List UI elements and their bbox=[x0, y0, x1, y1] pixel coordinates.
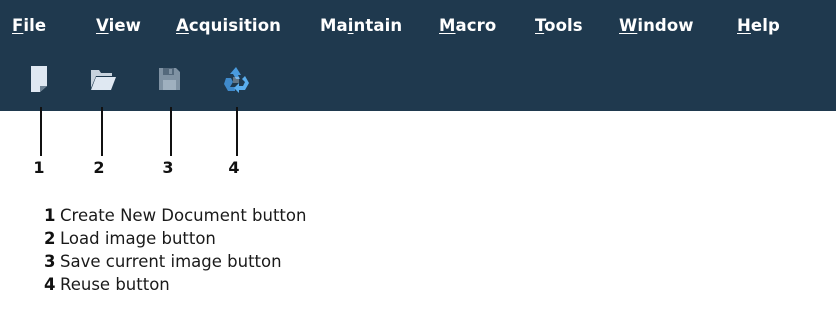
legend-number: 1 bbox=[44, 206, 56, 225]
menu-acquisition-accelerator: A bbox=[176, 16, 189, 35]
callout-number-1: 1 bbox=[33, 158, 45, 177]
callout-line-3 bbox=[170, 107, 172, 156]
menu-help[interactable]: Help bbox=[737, 16, 780, 36]
legend-item: 3 Save current image button bbox=[44, 250, 804, 273]
menu-maintain[interactable]: Maintain bbox=[320, 16, 402, 36]
callout-line-1 bbox=[40, 107, 42, 156]
menu-bar: File View Acquisition Maintain Macro Too… bbox=[0, 0, 836, 52]
legend-number: 4 bbox=[44, 275, 56, 294]
floppy-disk-icon bbox=[159, 68, 180, 90]
menu-view-label: iew bbox=[108, 16, 141, 35]
legend-text: Create New Document button bbox=[60, 206, 307, 225]
toolbar bbox=[0, 56, 836, 104]
callout-line-2 bbox=[101, 107, 103, 156]
callout-line-4 bbox=[236, 107, 238, 156]
menu-maintain-label: ntain bbox=[353, 16, 403, 35]
menu-maintain-prefix: Ma bbox=[320, 16, 348, 35]
legend-text: Reuse button bbox=[60, 275, 170, 294]
application-header: File View Acquisition Maintain Macro Too… bbox=[0, 0, 836, 111]
menu-tools-accelerator: T bbox=[535, 16, 545, 35]
callout-number-3: 3 bbox=[162, 158, 174, 177]
menu-macro[interactable]: Macro bbox=[439, 16, 496, 36]
menu-file-accelerator: F bbox=[12, 16, 24, 35]
menu-macro-accelerator: M bbox=[439, 16, 456, 35]
menu-acquisition[interactable]: Acquisition bbox=[176, 16, 281, 36]
menu-view-accelerator: V bbox=[96, 16, 109, 35]
annotated-screenshot: File View Acquisition Maintain Macro Too… bbox=[0, 0, 836, 314]
legend-item: 2 Load image button bbox=[44, 227, 804, 250]
menu-help-label: elp bbox=[750, 16, 780, 35]
new-document-icon bbox=[31, 66, 47, 92]
menu-window-label: indow bbox=[637, 16, 694, 35]
menu-acquisition-label: cquisition bbox=[188, 16, 281, 35]
legend-text: Save current image button bbox=[60, 252, 282, 271]
legend: 1 Create New Document button 2 Load image … bbox=[44, 204, 804, 296]
menu-file[interactable]: File bbox=[12, 16, 46, 36]
create-new-document-button[interactable] bbox=[27, 64, 57, 94]
legend-text: Load image button bbox=[60, 229, 216, 248]
recycle-arrows-icon bbox=[224, 67, 249, 93]
menu-view[interactable]: View bbox=[96, 16, 141, 36]
menu-tools[interactable]: Tools bbox=[535, 16, 583, 36]
legend-item: 4 Reuse button bbox=[44, 273, 804, 296]
menu-macro-label: acro bbox=[455, 16, 497, 35]
callout-number-4: 4 bbox=[228, 158, 240, 177]
save-current-image-button[interactable] bbox=[155, 64, 185, 94]
legend-number: 3 bbox=[44, 252, 56, 271]
folder-open-icon bbox=[91, 70, 116, 90]
legend-number: 2 bbox=[44, 229, 56, 248]
callout-number-2: 2 bbox=[93, 158, 105, 177]
menu-tools-label: ools bbox=[544, 16, 583, 35]
menu-window-accelerator: W bbox=[619, 16, 638, 35]
menu-file-label: ile bbox=[23, 16, 47, 35]
load-image-button[interactable] bbox=[88, 64, 118, 94]
menu-help-accelerator: H bbox=[737, 16, 751, 35]
legend-item: 1 Create New Document button bbox=[44, 204, 804, 227]
reuse-button[interactable] bbox=[220, 64, 250, 94]
menu-window[interactable]: Window bbox=[619, 16, 694, 36]
